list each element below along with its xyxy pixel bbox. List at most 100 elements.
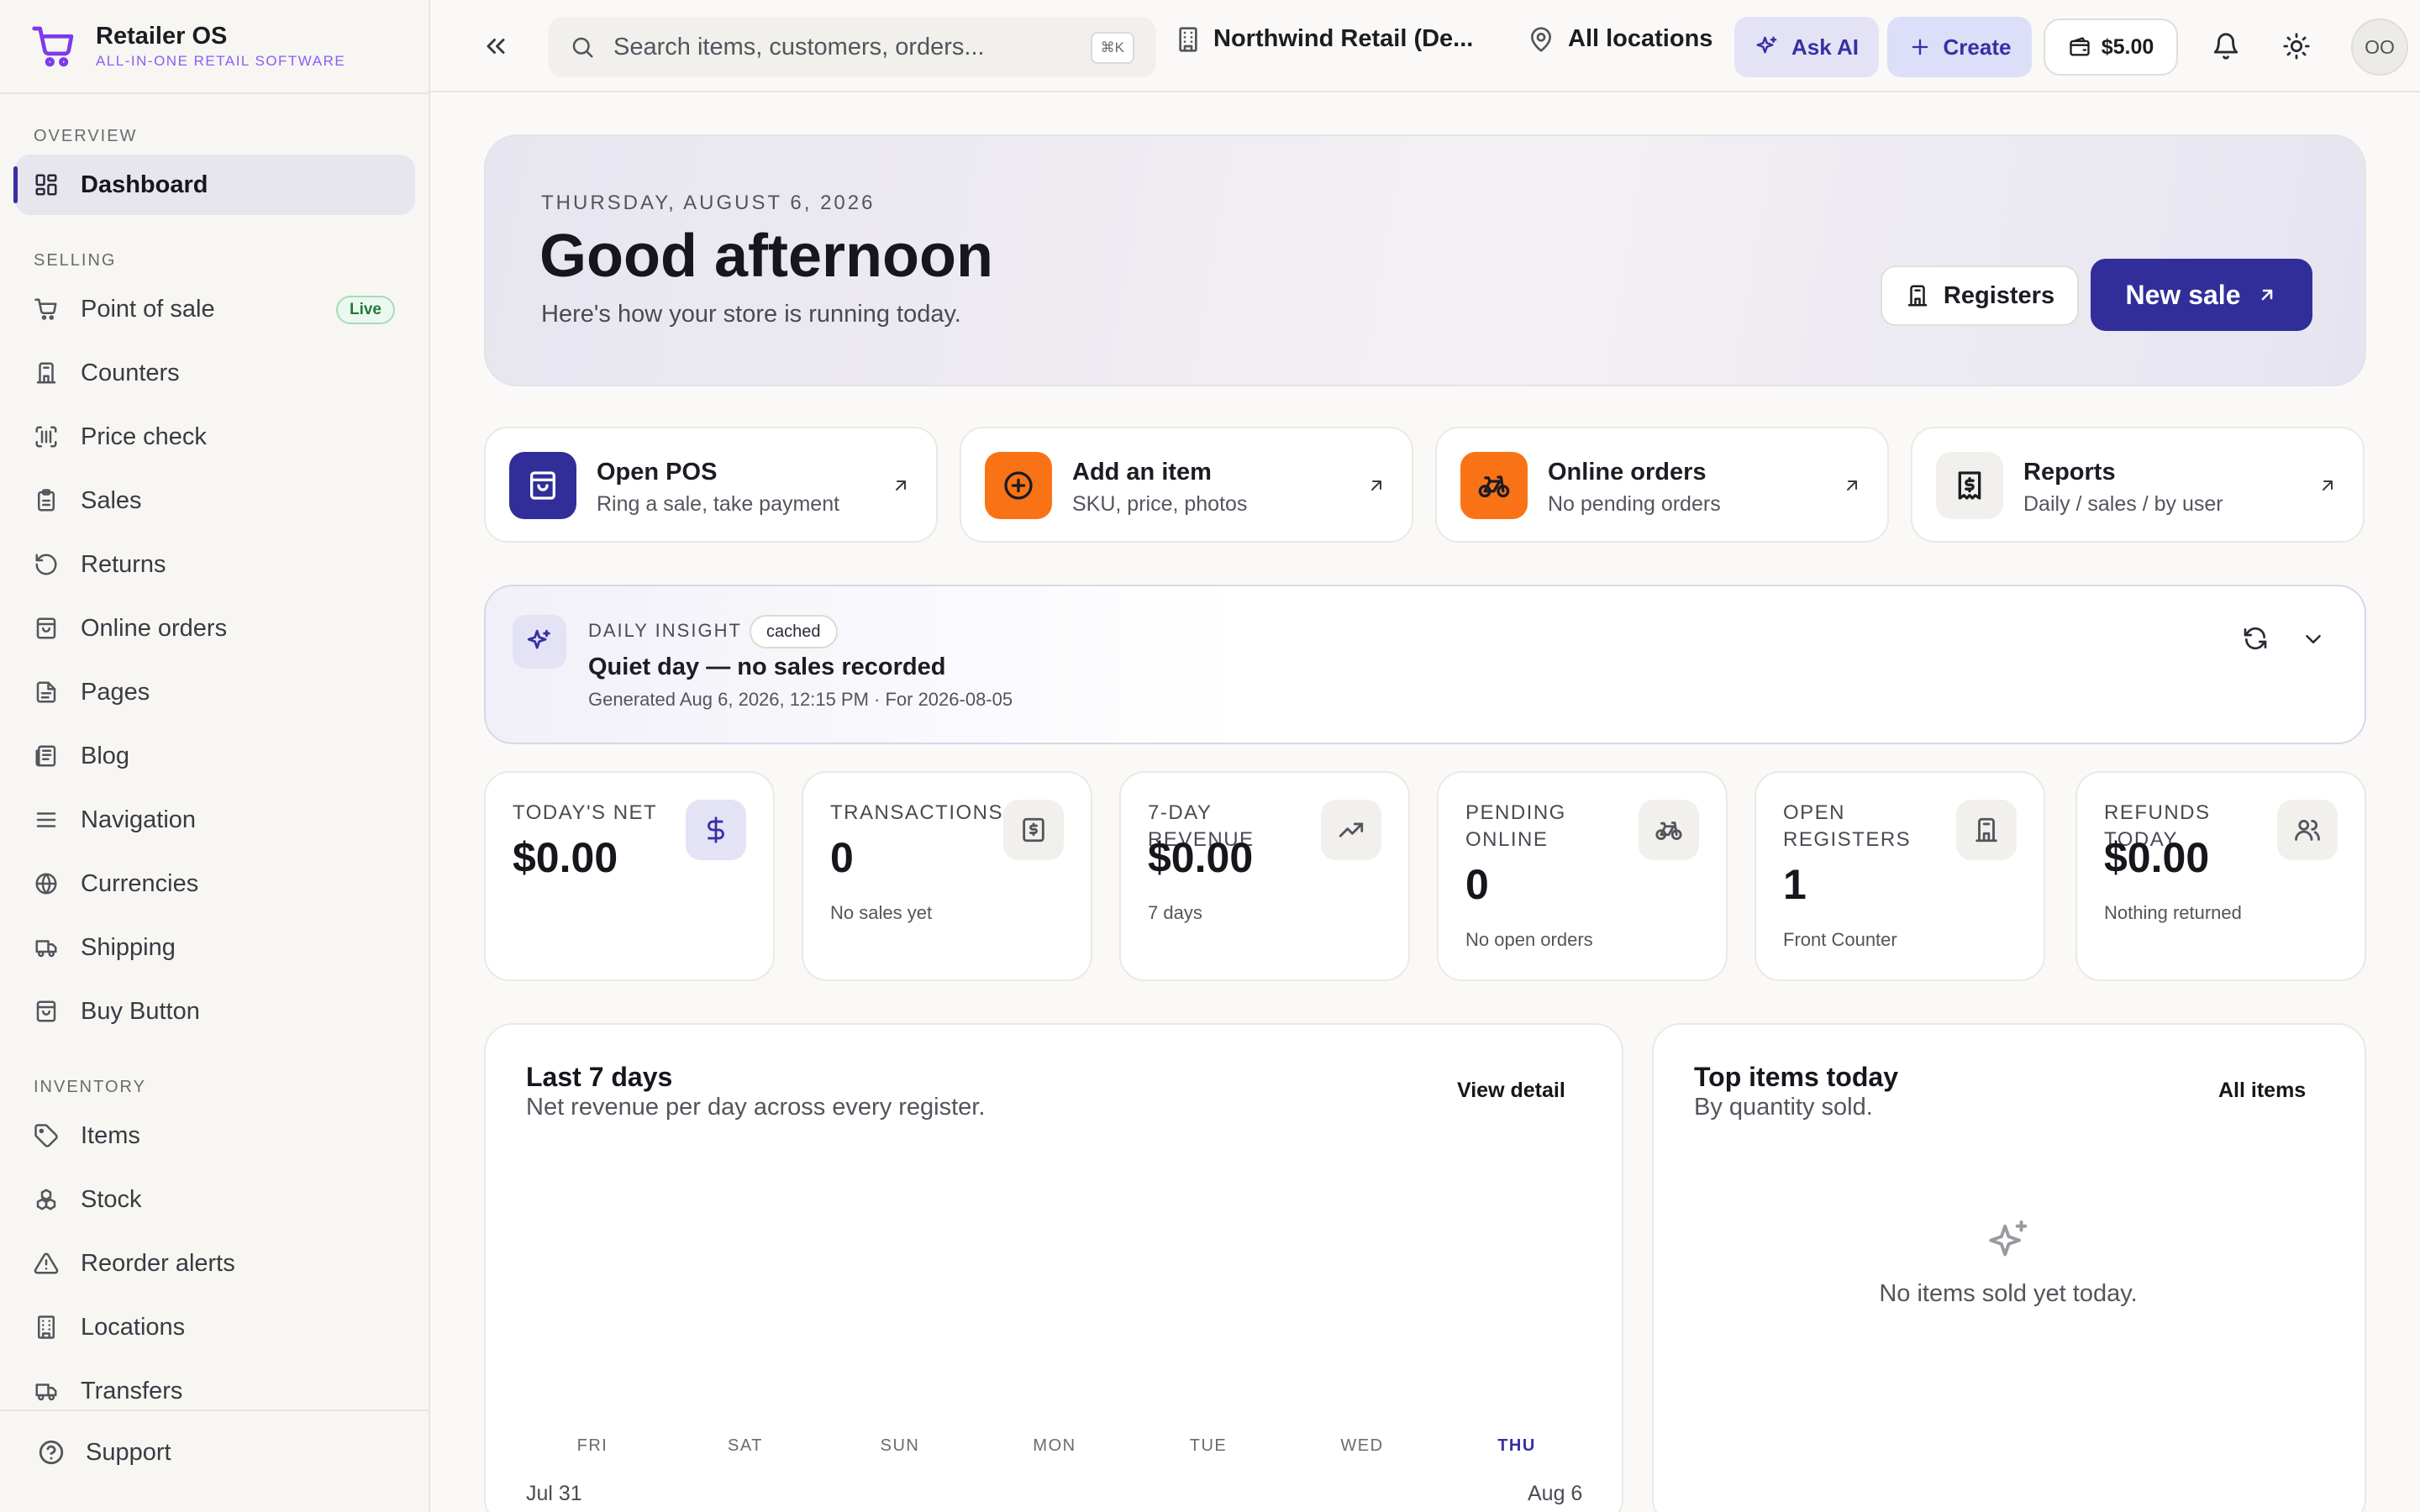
sidebar-item-online-orders[interactable]: Online orders xyxy=(15,598,415,659)
support-link[interactable]: Support xyxy=(37,1438,171,1467)
stat-card-transactions[interactable]: TRANSACTIONS 0 No sales yet xyxy=(802,771,1092,981)
cached-badge: cached xyxy=(750,615,838,648)
ask-ai-button[interactable]: Ask AI xyxy=(1734,17,1879,77)
sidebar-item-buy-button[interactable]: Buy Button xyxy=(15,981,415,1042)
sidebar-item-label: Pages xyxy=(81,678,150,706)
sidebar-item-shipping[interactable]: Shipping xyxy=(15,917,415,978)
refresh-icon[interactable] xyxy=(2242,625,2269,652)
search-input[interactable] xyxy=(613,33,1084,61)
quick-action-subtitle: Daily / sales / by user xyxy=(2023,492,2223,516)
arrow-up-right-icon xyxy=(2257,285,2277,305)
sidebar-item-reorder-alerts[interactable]: Reorder alerts xyxy=(15,1233,415,1294)
search-icon xyxy=(570,34,595,60)
sidebar-item-stock[interactable]: Stock xyxy=(15,1169,415,1230)
stat-label: TODAY'S NET xyxy=(513,801,658,824)
arrow-up-right-icon xyxy=(1842,475,1862,496)
sidebar-item-label: Transfers xyxy=(81,1377,183,1404)
arrow-up-right-icon xyxy=(891,475,911,496)
register-icon xyxy=(34,360,59,386)
sidebar-item-label: Sales xyxy=(81,486,142,514)
stat-card-7-day-revenue[interactable]: 7-DAY REVENUE $0.00 7 days xyxy=(1119,771,1410,981)
newspaper-icon xyxy=(34,743,59,769)
quick-action-reports[interactable]: Reports Daily / sales / by user xyxy=(1911,427,2365,543)
view-detail-link[interactable]: View detail xyxy=(1457,1079,1565,1103)
sidebar-item-label: Dashboard xyxy=(81,171,208,198)
page-title: Good afternoon xyxy=(539,223,993,290)
map-pin-icon xyxy=(1528,26,1555,53)
sidebar-item-blog[interactable]: Blog xyxy=(15,726,415,786)
sidebar-item-label: Price check xyxy=(81,423,207,450)
sidebar-item-label: Returns xyxy=(81,550,166,578)
brand-name: Retailer OS xyxy=(96,23,228,50)
sidebar-item-sales[interactable]: Sales xyxy=(15,470,415,531)
stat-value: 0 xyxy=(1465,861,1489,908)
create-button[interactable]: Create xyxy=(1887,17,2032,77)
registers-label: Registers xyxy=(1943,281,2055,309)
stat-card-open-registers[interactable]: OPEN REGISTERS 1 Front Counter xyxy=(1754,771,2045,981)
sidebar-item-dashboard[interactable]: Dashboard xyxy=(13,155,415,215)
sidebar-item-navigation[interactable]: Navigation xyxy=(15,790,415,850)
building-icon xyxy=(34,1315,59,1340)
barcode-icon xyxy=(34,424,59,449)
greeting-hero: THURSDAY, AUGUST 6, 2026 Good afternoon … xyxy=(484,134,2366,386)
quick-action-open-pos[interactable]: Open POS Ring a sale, take payment xyxy=(484,427,938,543)
daily-insight-card: DAILY INSIGHT cached Quiet day — no sale… xyxy=(484,585,2366,744)
sidebar-item-pages[interactable]: Pages xyxy=(15,662,415,722)
bell-icon[interactable] xyxy=(2212,32,2240,60)
chevron-down-icon[interactable] xyxy=(2301,627,2326,652)
day-label: SUN xyxy=(880,1436,920,1455)
org-switcher[interactable]: Northwind Retail (De... xyxy=(1175,25,1473,53)
divider xyxy=(0,1410,430,1411)
bicycle-icon xyxy=(1460,452,1528,519)
stat-card-refunds-today[interactable]: REFUNDS TODAY $0.00 Nothing returned xyxy=(2075,771,2366,981)
stat-card-pending-online[interactable]: PENDING ONLINE 0 No open orders xyxy=(1437,771,1728,981)
building-icon xyxy=(1175,26,1202,53)
sidebar-item-label: Blog xyxy=(81,742,130,769)
new-sale-button[interactable]: New sale xyxy=(2091,259,2312,331)
sidebar-item-items[interactable]: Items xyxy=(15,1105,415,1166)
file-icon xyxy=(34,680,59,705)
sidebar-item-currencies[interactable]: Currencies xyxy=(15,853,415,914)
stat-value: $0.00 xyxy=(513,834,618,881)
range-start-label: Jul 31 xyxy=(526,1482,582,1505)
registers-button[interactable]: Registers xyxy=(1881,265,2079,326)
brand[interactable]: Retailer OS ALL-IN-ONE RETAIL SOFTWARE xyxy=(30,20,345,72)
section-selling: SELLING xyxy=(34,250,117,270)
wallet-balance-button[interactable]: $5.00 xyxy=(2044,18,2178,76)
truck-icon xyxy=(34,935,59,960)
sidebar-item-point-of-sale[interactable]: Point of sale Live xyxy=(15,279,415,339)
collapse-sidebar-icon[interactable] xyxy=(481,31,511,61)
location-switcher[interactable]: All locations xyxy=(1528,25,1712,53)
cart-icon xyxy=(34,297,59,322)
stat-label: OPEN REGISTERS xyxy=(1783,801,1912,851)
arrow-up-right-icon xyxy=(1366,475,1386,496)
day-label: FRI xyxy=(576,1436,608,1455)
quick-action-title: Reports xyxy=(2023,459,2116,486)
hero-date: THURSDAY, AUGUST 6, 2026 xyxy=(541,192,876,214)
shopping-bag-icon xyxy=(34,999,59,1024)
insight-title: Quiet day — no sales recorded xyxy=(588,654,946,680)
sidebar-item-label: Shipping xyxy=(81,933,176,961)
quick-action-online-orders[interactable]: Online orders No pending orders xyxy=(1435,427,1889,543)
sidebar-item-returns[interactable]: Returns xyxy=(15,534,415,595)
all-items-link[interactable]: All items xyxy=(2218,1079,2306,1103)
sun-icon[interactable] xyxy=(2282,32,2311,60)
sidebar-item-locations[interactable]: Locations xyxy=(15,1297,415,1357)
sidebar-item-price-check[interactable]: Price check xyxy=(15,407,415,467)
stat-value: 1 xyxy=(1783,861,1807,908)
quick-action-add-item[interactable]: Add an item SKU, price, photos xyxy=(960,427,1413,543)
quick-action-subtitle: SKU, price, photos xyxy=(1072,492,1248,516)
avatar[interactable]: OO xyxy=(2351,18,2408,76)
sidebar-item-transfers[interactable]: Transfers xyxy=(15,1361,415,1411)
day-label-today: THU xyxy=(1497,1436,1536,1455)
org-name: Northwind Retail (De... xyxy=(1213,25,1474,52)
sidebar-item-counters[interactable]: Counters xyxy=(15,343,415,403)
register-icon xyxy=(1905,283,1930,308)
day-label: MON xyxy=(1033,1436,1076,1455)
sidebar-nav: OVERVIEW Dashboard SELLING Point of sale… xyxy=(0,118,430,1411)
sidebar-item-label: Online orders xyxy=(81,614,228,642)
stat-card-todays-net[interactable]: TODAY'S NET $0.00 xyxy=(484,771,775,981)
stat-note: Nothing returned xyxy=(2104,902,2242,923)
dollar-icon xyxy=(686,800,746,860)
sidebar-item-label: Reorder alerts xyxy=(81,1249,235,1277)
